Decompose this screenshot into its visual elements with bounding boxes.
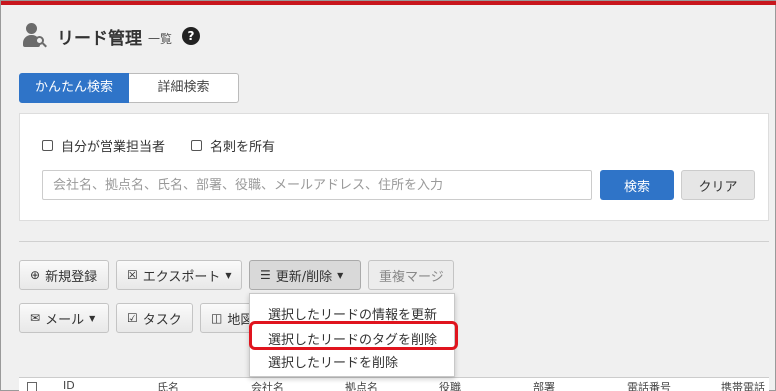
merge-duplicates-button[interactable]: 重複マージ (368, 260, 454, 290)
column-id[interactable]: ID (63, 379, 75, 391)
column-mobile[interactable]: 携帯電話 (721, 379, 765, 391)
task-label: タスク (142, 312, 182, 328)
new-lead-label: 新規登録 (45, 269, 98, 285)
search-tabs: かんたん検索 詳細検索 (19, 73, 239, 103)
column-title[interactable]: 役職 (439, 379, 461, 391)
checkbox-box[interactable] (191, 140, 203, 151)
mail-label: メール (45, 312, 85, 328)
column-company[interactable]: 会社名 (251, 379, 284, 391)
column-branch[interactable]: 拠点名 (345, 379, 378, 391)
menu-item-delete-leads[interactable]: 選択したリードを削除 (268, 352, 398, 371)
map-icon: ◫ (211, 311, 223, 325)
export-button[interactable]: ☒ エクスポート ▼ (116, 260, 242, 290)
merge-duplicates-label: 重複マージ (379, 269, 444, 285)
tab-advanced-search[interactable]: 詳細検索 (129, 73, 239, 103)
excel-icon: ☒ (127, 268, 138, 282)
new-lead-button[interactable]: ⊕ 新規登録 (19, 260, 109, 290)
plus-circle-icon: ⊕ (30, 268, 41, 282)
owner-checkbox[interactable]: 自分が営業担当者 (42, 136, 165, 155)
divider (19, 241, 769, 242)
caret-down-icon: ▼ (337, 270, 344, 280)
card-checkbox[interactable]: 名刺を所有 (191, 136, 275, 155)
check-square-icon: ☑ (127, 311, 138, 325)
update-delete-label: 更新/削除 (275, 269, 333, 285)
card-checkbox-label: 名刺を所有 (210, 140, 276, 155)
page-subtitle: 一覧 (148, 31, 173, 46)
column-department[interactable]: 部署 (533, 379, 555, 391)
checkbox-box[interactable] (42, 140, 53, 151)
app-window: リード管理 一覧 ? かんたん検索 詳細検索 自分が営業担当者 名刺を所有 検索… (0, 0, 776, 391)
lead-table-header: ID 氏名 会社名 拠点名 役職 部署 電話番号 携帯電話 (19, 377, 769, 391)
update-delete-button[interactable]: ☰ 更新/削除 ▼ (249, 260, 361, 290)
lead-search-icon (23, 23, 47, 49)
filter-checkboxes: 自分が営業担当者 名刺を所有 (42, 136, 301, 155)
search-input[interactable] (42, 170, 592, 200)
tab-simple-search[interactable]: かんたん検索 (19, 73, 129, 103)
search-button[interactable]: 検索 (600, 170, 674, 200)
highlight-box (249, 321, 458, 350)
top-accent-bar (1, 1, 776, 5)
column-name[interactable]: 氏名 (157, 379, 179, 391)
select-all-checkbox[interactable] (27, 382, 37, 391)
clear-button[interactable]: クリア (681, 170, 755, 200)
page-title: リード管理 (57, 28, 142, 49)
envelope-icon: ✉ (30, 311, 41, 325)
help-icon[interactable]: ? (182, 27, 201, 45)
list-icon: ☰ (260, 268, 271, 282)
owner-checkbox-label: 自分が営業担当者 (61, 140, 166, 155)
mail-button[interactable]: ✉ メール ▼ (19, 303, 109, 333)
task-button[interactable]: ☑ タスク (116, 303, 193, 333)
export-label: エクスポート (142, 269, 221, 285)
caret-down-icon: ▼ (225, 270, 232, 280)
search-panel: 自分が営業担当者 名刺を所有 検索 クリア (19, 113, 769, 221)
column-phone[interactable]: 電話番号 (627, 379, 671, 391)
page-header: リード管理 一覧 ? (23, 23, 201, 49)
caret-down-icon: ▼ (89, 313, 96, 323)
